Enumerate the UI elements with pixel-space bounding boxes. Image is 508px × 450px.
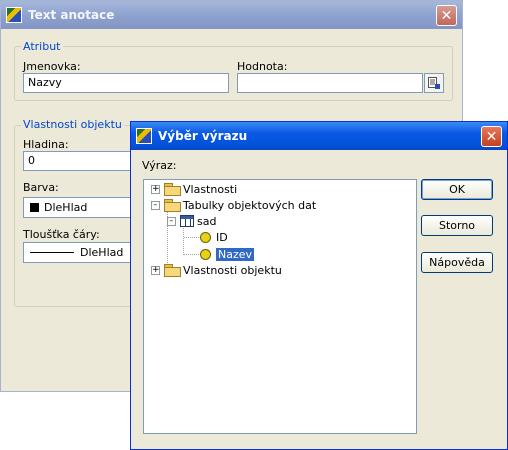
tree-item-label: sad (197, 214, 217, 228)
folder-icon (164, 183, 181, 196)
line-sample-icon (30, 252, 74, 253)
folder-open-icon (164, 199, 181, 212)
tree-guide-line (184, 254, 199, 255)
name-field[interactable]: Nazvy (23, 73, 229, 93)
expand-icon[interactable]: + (151, 184, 160, 194)
expression-tree[interactable]: + Vlastnosti - Tabulky objektových dat -… (143, 179, 417, 434)
cancel-button[interactable]: Storno (421, 215, 493, 236)
tree-item-label-selected: Nazev (216, 247, 255, 261)
expression-picker-button[interactable] (424, 73, 444, 93)
close-icon: ✕ (440, 7, 453, 24)
color-value: DleHlad (44, 201, 88, 214)
list-picker-icon (428, 77, 440, 89)
tree-guide-line (184, 237, 199, 238)
linewidth-value: DleHlad (80, 246, 124, 259)
app-icon (136, 128, 152, 144)
app-icon (6, 7, 22, 23)
close-icon: ✕ (485, 128, 498, 145)
column-icon (200, 248, 211, 260)
tree-item-sad[interactable]: - sad (167, 213, 216, 229)
outer-titlebar[interactable]: Text anotace ✕ (1, 1, 462, 29)
expression-dialog: Výběr výrazu ✕ Výraz: + Vlastnosti - Tab… (130, 121, 508, 450)
expression-label: Výraz: (142, 159, 177, 172)
tree-item-label: Tabulky objektových dat (183, 198, 317, 212)
column-icon (200, 231, 211, 243)
value-label: Hodnota: (237, 60, 288, 73)
collapse-icon[interactable]: - (167, 216, 176, 226)
table-icon (180, 215, 194, 227)
tree-item-nazev[interactable]: Nazev (200, 246, 255, 262)
attribute-group-label: Atribut (21, 40, 63, 53)
tree-item-label: ID (216, 230, 228, 244)
inner-titlebar[interactable]: Výběr výrazu ✕ (131, 122, 507, 150)
name-label: Jmenovka: (23, 60, 81, 73)
linewidth-label: Tloušťka čáry: (23, 228, 100, 241)
outer-title: Text anotace (28, 8, 115, 22)
color-label: Barva: (23, 181, 59, 194)
ok-button[interactable]: OK (421, 179, 493, 200)
inner-title: Výběr výrazu (158, 129, 248, 143)
color-swatch-icon (30, 203, 39, 212)
help-button[interactable]: Nápověda (421, 252, 493, 273)
tree-item-id[interactable]: ID (200, 229, 228, 245)
value-field[interactable] (237, 73, 423, 93)
folder-icon (164, 264, 181, 277)
layer-label: Hladina: (23, 138, 69, 151)
tree-item-tabulky[interactable]: - Tabulky objektových dat (151, 197, 316, 213)
tree-item-label: Vlastnosti objektu (183, 263, 282, 277)
collapse-icon[interactable]: - (151, 200, 160, 210)
outer-close-button[interactable]: ✕ (436, 5, 457, 26)
expand-icon[interactable]: + (151, 265, 160, 275)
properties-group-label: Vlastnosti objektu (21, 118, 124, 131)
inner-close-button[interactable]: ✕ (481, 126, 502, 147)
tree-item-vlastnosti[interactable]: + Vlastnosti (151, 181, 237, 197)
tree-item-vlastnosti-objektu[interactable]: + Vlastnosti objektu (151, 262, 282, 278)
tree-item-label: Vlastnosti (183, 182, 238, 196)
